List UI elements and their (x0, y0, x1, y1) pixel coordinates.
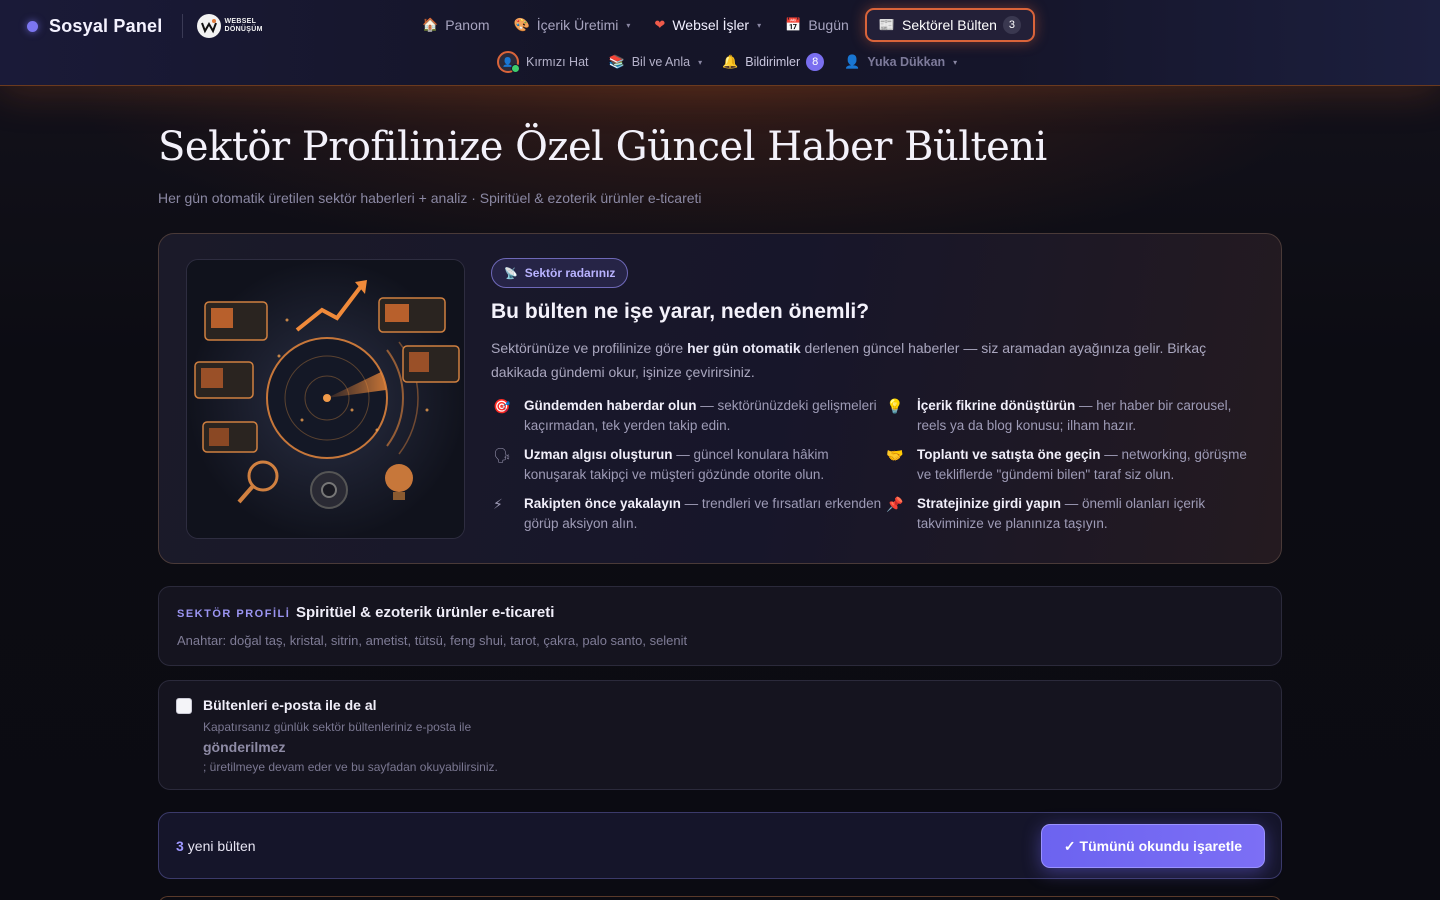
brand[interactable]: Sosyal Panel WEBSEL DÖNÜŞÜM (27, 14, 263, 38)
benefit-item: 💡 İçerik fikrine dönüştürün — her haber … (884, 396, 1254, 436)
nav-yuka-dukkan[interactable]: 👤 Yuka Dükkan ▾ (834, 50, 967, 74)
primary-nav: 🏠 Panom 🎨 İçerik Üretimi ▾ ❤ Websel İşle… (410, 8, 1035, 42)
brand-divider (182, 14, 184, 38)
benefit-list: 🎯 Gündemden haberdar olun — sektörünüzde… (491, 396, 1261, 534)
books-icon: 📚 (608, 54, 625, 69)
email-checkbox[interactable] (176, 698, 192, 714)
intro-text: Sektörünüze ve profilinize göre (491, 340, 688, 356)
hero-heading: Bu bülten ne işe yarar, neden önemli? (491, 300, 870, 323)
email-description: ; üretilmeye devam eder ve bu sayfadan o… (203, 760, 498, 774)
intro-bold: her gün otomatik (687, 340, 801, 356)
email-description-emphasis: gönderilmez (203, 739, 286, 755)
nav-label: Yuka Dükkan (867, 55, 946, 69)
benefit-item: ⚡ Rakipten önce yakalayın — trendleri ve… (491, 494, 884, 534)
nav-bildirimler[interactable]: 🔔 Bildirimler 8 (712, 50, 834, 74)
person-icon: 👤 (844, 54, 861, 69)
new-bulletins-count: 3 yeni bülten (176, 838, 256, 854)
nav-label: Panom (445, 17, 490, 33)
benefit-title: Uzman algısı oluşturun (524, 447, 673, 462)
nav-websel-isler[interactable]: ❤ Websel İşler ▾ (642, 8, 773, 42)
nav-bil-ve-anla[interactable]: 📚 Bil ve Anla ▾ (599, 50, 713, 74)
sector-keywords: Anahtar: doğal taş, kristal, sitrin, ame… (177, 633, 688, 648)
benefit-title: Rakipten önce yakalayın (524, 496, 681, 511)
benefit-item: 🎯 Gündemden haberdar olun — sektörünüzde… (491, 396, 884, 436)
nav-kirmizi-hat[interactable]: 👤 Kırmızı Hat (487, 50, 599, 74)
benefit-item: 📌 Stratejinize girdi yapın — önemli olan… (884, 494, 1254, 534)
count-label: yeni bülten (187, 838, 256, 854)
pin-icon: 📌 (886, 496, 904, 512)
top-navigation: Sosyal Panel WEBSEL DÖNÜŞÜM 🏠 Panom 🎨 İç… (0, 0, 1440, 86)
brand-name: Sosyal Panel (49, 15, 163, 36)
hero-content: 📡 Sektör radarınız Bu bülten ne işe yara… (491, 258, 1261, 534)
radar-illustration (186, 259, 465, 539)
brand-dot-icon (27, 20, 38, 32)
nav-sektorel-bulten[interactable]: 📰 Sektörel Bülten 3 (864, 8, 1035, 42)
nav-label: Kırmızı Hat (526, 55, 589, 69)
email-option-title[interactable]: Bültenleri e-posta ile de al (203, 697, 377, 713)
benefit-title: İçerik fikrine dönüştürün (917, 398, 1076, 413)
sector-profile-label: SEKTÖR PROFİLİ (177, 608, 291, 620)
websel-donusum-logo: WEBSEL DÖNÜŞÜM (197, 14, 262, 38)
sector-radar-pill: 📡 Sektör radarınız (491, 258, 629, 288)
secondary-nav: 👤 Kırmızı Hat 📚 Bil ve Anla ▾ 🔔 Bildirim… (487, 50, 967, 74)
notification-badge: 8 (806, 53, 825, 71)
satellite-icon: 📡 (504, 267, 518, 280)
hero-intro: Sektörünüze ve profilinize göre her gün … (491, 336, 1241, 384)
bell-icon: 🔔 (722, 54, 739, 69)
nav-icerik-uretimi[interactable]: 🎨 İçerik Üretimi ▾ (502, 8, 643, 42)
benefit-title: Stratejinize girdi yapın (917, 496, 1062, 511)
nav-bugun[interactable]: 📅 Bugün (773, 8, 861, 42)
bulletin-card-edge (158, 896, 1282, 900)
lightning-icon: ⚡ (493, 496, 503, 512)
benefit-item: 🗣 Uzman algısı oluşturun — güncel konula… (491, 445, 884, 485)
nav-label: Websel İşler (672, 17, 750, 33)
partner-line-1: WEBSEL (224, 18, 257, 25)
chevron-down-icon: ▾ (698, 57, 703, 67)
target-icon: 🎯 (493, 398, 511, 414)
benefit-title: Toplantı ve satışta öne geçin (917, 447, 1101, 462)
nav-label: İçerik Üretimi (536, 17, 619, 33)
benefit-item: 🤝 Toplantı ve satışta öne geçin — networ… (884, 445, 1254, 485)
lightbulb-icon: 💡 (886, 398, 904, 414)
benefit-title: Gündemden haberdar olun (524, 398, 697, 413)
new-bulletins-bar: 3 yeni bülten ✓ Tümünü okundu işaretle (158, 812, 1282, 879)
email-description: Kapatırsanız günlük sektör bültenleriniz… (203, 720, 472, 734)
page-subtitle: Her gün otomatik üretilen sektör haberle… (158, 190, 702, 206)
speech-icon: 🗣 (493, 447, 511, 463)
nav-label: Sektörel Bülten (901, 17, 997, 33)
page-title: Sektör Profilinize Özel Güncel Haber Bül… (158, 124, 1047, 170)
pill-label: Sektör radarınız (524, 266, 616, 280)
house-icon: 🏠 (422, 17, 439, 32)
palette-icon: 🎨 (513, 17, 530, 32)
count-number: 3 (176, 838, 184, 854)
nav-label: Bil ve Anla (631, 55, 691, 69)
sector-profile-card: SEKTÖR PROFİLİ Spiritüel & ezoterik ürün… (158, 586, 1282, 666)
nav-label: Bugün (808, 17, 849, 33)
newspaper-icon: 📰 (878, 17, 895, 32)
partner-line-2: DÖNÜŞÜM (224, 26, 263, 33)
handshake-icon: 🤝 (886, 447, 904, 463)
chevron-down-icon: ▾ (626, 20, 631, 30)
mark-all-read-button[interactable]: ✓ Tümünü okundu işaretle (1041, 824, 1265, 868)
unread-badge: 3 (1002, 16, 1021, 34)
nav-label: Bildirimler (745, 55, 801, 69)
sector-profile-value: Spiritüel & ezoterik ürünler e-ticareti (296, 604, 555, 621)
calendar-icon: 📅 (785, 17, 802, 32)
hero-card: 📡 Sektör radarınız Bu bülten ne işe yara… (158, 233, 1282, 564)
heart-icon: ❤ (654, 17, 666, 32)
chevron-down-icon: ▾ (953, 57, 958, 67)
avatar-icon: 👤 (497, 51, 520, 73)
websel-logo-icon (197, 14, 222, 38)
email-subscription-card: Bültenleri e-posta ile de al Kapatırsanı… (158, 680, 1282, 790)
nav-panom[interactable]: 🏠 Panom (410, 8, 502, 42)
chevron-down-icon: ▾ (757, 20, 762, 30)
